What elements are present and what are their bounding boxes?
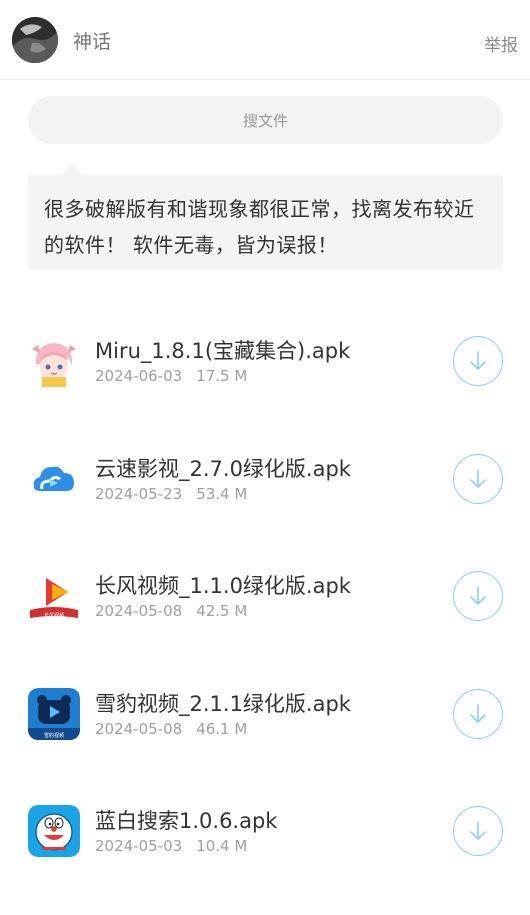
- user-avatar-icon: [12, 17, 58, 63]
- download-arrow-icon: [470, 586, 486, 605]
- file-name[interactable]: 云速影视_2.7.0绿化版.apk: [95, 453, 351, 483]
- file-size: 10.4 M: [196, 837, 248, 855]
- file-size: 17.5 M: [196, 367, 248, 385]
- file-size: 42.5 M: [196, 602, 248, 620]
- search-button[interactable]: 搜文件: [28, 96, 503, 144]
- notice-bubble-tail: [62, 163, 82, 175]
- doraemon-app-icon: [28, 805, 80, 857]
- file-size: 46.1 M: [196, 719, 248, 738]
- file-item[interactable]: 蓝白搜索1.0.6.apk 2024-05-03 10.4 M: [0, 775, 530, 893]
- file-item[interactable]: 雪豹视频 雪豹视频_2.1.1绿化版.apk 2024-05-08 46.1 M: [0, 658, 530, 776]
- file-meta: 2024-05-08 42.5 M: [95, 602, 247, 620]
- download-button[interactable]: [453, 571, 503, 621]
- file-item[interactable]: 云速影视_2.7.0绿化版.apk 2024-05-23 53.4 M: [0, 423, 530, 541]
- icon-caption: 长风视频: [44, 612, 64, 619]
- file-meta: 2024-05-23 53.4 M: [95, 485, 247, 503]
- search-label: 搜文件: [242, 111, 288, 130]
- file-date: 2024-05-03: [95, 837, 183, 855]
- file-name[interactable]: 蓝白搜索1.0.6.apk: [95, 805, 277, 835]
- report-button[interactable]: 举报: [484, 31, 518, 56]
- play-app-icon: 长风视频: [28, 570, 80, 622]
- file-meta: 2024-05-08 46.1 M: [95, 720, 247, 738]
- file-item[interactable]: Miru_1.8.1(宝藏集合).apk 2024-06-03 17.5 M: [0, 305, 530, 423]
- file-date: 2024-05-23: [95, 484, 183, 503]
- file-size: 53.4 M: [196, 484, 248, 503]
- download-button[interactable]: [453, 453, 503, 504]
- file-item[interactable]: 长风视频 长风视频_1.1.0绿化版.apk 2024-05-08 42.5 M: [0, 540, 530, 658]
- file-name[interactable]: 雪豹视频_2.1.1绿化版.apk: [95, 688, 351, 718]
- file-list: Miru_1.8.1(宝藏集合).apk 2024-06-03 17.5 M 云速…: [0, 305, 530, 893]
- download-button[interactable]: [453, 336, 503, 386]
- download-arrow-icon: [470, 703, 486, 723]
- username[interactable]: 神话: [73, 27, 111, 54]
- file-name[interactable]: 长风视频_1.1.0绿化版.apk: [95, 570, 351, 600]
- avatar[interactable]: [12, 17, 58, 63]
- icon-caption: 雪豹视频: [44, 732, 64, 739]
- miru-app-icon: [28, 335, 80, 387]
- download-arrow-icon: [470, 468, 486, 488]
- download-button[interactable]: [453, 688, 503, 739]
- download-arrow-icon: [470, 821, 486, 840]
- file-date: 2024-05-08: [95, 719, 183, 738]
- file-date: 2024-06-03: [95, 367, 183, 385]
- file-date: 2024-05-08: [95, 602, 183, 620]
- file-name[interactable]: Miru_1.8.1(宝藏集合).apk: [95, 335, 350, 365]
- download-button[interactable]: [453, 806, 503, 856]
- download-arrow-icon: [470, 351, 486, 370]
- file-meta: 2024-06-03 17.5 M: [95, 367, 247, 385]
- notice-text: 很多破解版有和谐现象都很正常，找离发布较近的软件！ 软件无毒，皆为误报！: [44, 197, 475, 257]
- top-bar: 神话 举报: [0, 0, 530, 80]
- notice-message: 很多破解版有和谐现象都很正常，找离发布较近的软件！ 软件无毒，皆为误报！: [28, 175, 503, 270]
- file-meta: 2024-05-03 10.4 M: [95, 837, 247, 855]
- cloud-app-icon: [28, 452, 80, 505]
- leopard-app-icon: 雪豹视频: [28, 687, 80, 740]
